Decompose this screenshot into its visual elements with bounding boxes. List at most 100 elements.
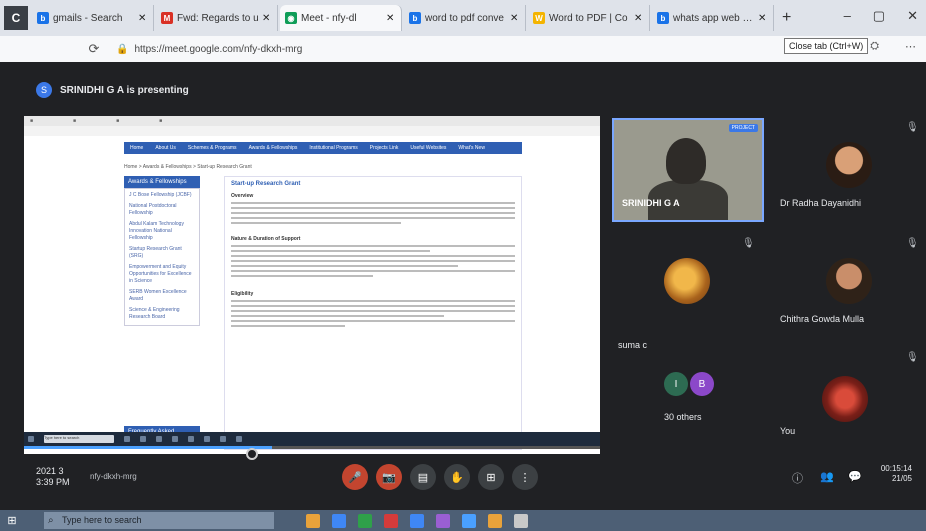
presenter-video-head [666, 138, 706, 184]
browser-tab[interactable]: W Word to PDF | Co ✕ [528, 5, 650, 31]
maximize-icon[interactable]: ▢ [873, 8, 885, 24]
meet-stage: S SRINIDHI G A is presenting ■ ■ ■ ■ Home Ab… [0, 62, 926, 510]
system-clock-date: 21/05 [891, 474, 912, 483]
browser-tab[interactable]: b word to pdf conve ✕ [404, 5, 526, 31]
tab-favicon-icon: b [657, 12, 669, 24]
participant-tile-presenter[interactable]: PROJECT SRINIDHI G A [612, 118, 764, 222]
present-button[interactable]: ⊞ [478, 464, 504, 490]
info-icon[interactable]: ⓘ [792, 470, 803, 486]
shared-sidebar-link: Empowerment and Equity Opportunities for… [129, 264, 192, 284]
tab-title: Fwd: Regards to u [177, 12, 259, 24]
shared-nav-item: Awards & Fellowships [248, 145, 298, 151]
shared-sidebar-link: SERB Distinguished Fellowship [129, 325, 195, 326]
people-icon[interactable]: 👥 [820, 470, 834, 483]
others-count[interactable]: 30 others [664, 412, 702, 422]
participant-avatar-you [822, 376, 868, 422]
captions-button[interactable]: ▤ [410, 464, 436, 490]
participant-avatar-suma [664, 258, 710, 304]
others-avatar-i: I [664, 372, 688, 396]
more-options-button[interactable]: ⋮ [512, 464, 538, 490]
shared-nav-item: About Us [155, 145, 176, 151]
system-clock: 00:15:14 21/05 [881, 464, 912, 484]
mic-off-icon: 🎙 [742, 238, 755, 249]
shared-main-title: Start-up Research Grant [231, 181, 301, 187]
taskbar-app-icon[interactable] [358, 513, 372, 528]
taskbar-search-input[interactable]: Type here to search [44, 512, 274, 529]
chat-icon[interactable]: 💬 [848, 470, 862, 483]
taskbar-app-icon[interactable] [488, 513, 502, 528]
taskbar-app-icon[interactable] [462, 513, 476, 528]
screen-root: C b gmails - Search ✕ M Fwd: Regards to u ✕ ◉ M… [0, 0, 926, 531]
raise-hand-button[interactable]: ✋ [444, 464, 470, 490]
url-field[interactable]: https://meet.google.com/nfy-dkxh-mrg [134, 44, 734, 55]
close-window-icon[interactable]: ✕ [907, 8, 918, 24]
meeting-date-top: 2021 3 [36, 466, 64, 476]
scrubber-knob[interactable] [246, 448, 258, 460]
shared-sidebar-link: Abdul Kalam Technology Innovation Nation… [129, 221, 184, 241]
shared-site-nav: Home About Us Schemes & Programs Awards & F… [124, 142, 522, 154]
tab-close-icon[interactable]: ✕ [758, 13, 768, 24]
new-tab-button[interactable]: + [782, 9, 798, 27]
tab-title: Word to PDF | Co [549, 12, 628, 24]
window-menu-icon[interactable]: C [4, 6, 28, 30]
presenter-banner: S SRINIDHI G A is presenting [36, 82, 189, 98]
shared-nav-item: Home [130, 145, 144, 151]
tab-close-icon[interactable]: ✕ [510, 13, 520, 24]
tab-favicon-icon: b [409, 12, 421, 24]
tab-strip: b gmails - Search ✕ M Fwd: Regards to u ✕ ◉ Mee… [32, 5, 776, 31]
camera-toggle-button[interactable]: 📷 [376, 464, 402, 490]
participant-name-you: You [780, 426, 796, 436]
tab-title: gmails - Search [53, 12, 123, 24]
lock-icon[interactable]: 🔒 [116, 44, 128, 55]
shared-sidebar-link: Science & Engineering Research Board [129, 307, 180, 320]
presenter-avatar: S [36, 82, 52, 98]
window-controls: – ▢ ✕ [844, 8, 918, 24]
tab-favicon-icon: b [37, 12, 49, 24]
taskbar-app-icon[interactable] [410, 513, 424, 528]
participant-avatar-radha [826, 142, 872, 188]
shared-sidebar-link: SERB Women Excellence Award [129, 289, 187, 302]
shared-breadcrumb: Home > Awards & Fellowships > Start-up R… [124, 164, 252, 170]
tab-close-icon[interactable]: ✕ [634, 13, 644, 24]
extensions-icon[interactable]: ⛭ [870, 40, 879, 53]
browser-tab[interactable]: M Fwd: Regards to u ✕ [156, 5, 278, 31]
mic-toggle-button[interactable]: 🎤 [342, 464, 368, 490]
reload-icon[interactable]: ⟳ [82, 41, 106, 57]
taskbar-app-icon[interactable] [332, 513, 346, 528]
shared-nav-item: Schemes & Programs [187, 145, 237, 151]
taskbar-app-icon[interactable] [436, 513, 450, 528]
shared-sidebar: Awards & Fellowships J C Bose Fellowship… [124, 176, 200, 444]
tile-badge: PROJECT [728, 124, 758, 132]
tab-close-icon[interactable]: ✕ [386, 13, 396, 24]
taskbar-apps [294, 513, 528, 528]
shared-main-content: Start-up Research Grant Overview Nature … [224, 176, 522, 450]
participant-name: SRINIDHI G A [622, 198, 680, 208]
tab-close-icon[interactable]: ✕ [138, 13, 148, 24]
browser-tab[interactable]: b gmails - Search ✕ [32, 5, 154, 31]
browser-tab[interactable]: ◉ Meet - nfy-dl ✕ [280, 5, 402, 31]
minimize-icon[interactable]: – [844, 8, 851, 24]
windows-taskbar: ⊞ Type here to search [0, 510, 926, 531]
more-menu-icon[interactable]: ⋯ [905, 40, 916, 53]
meeting-code: nfy-dkxh-mrg [90, 472, 137, 481]
presenter-label: SRINIDHI G A is presenting [60, 84, 189, 96]
start-icon[interactable]: ⊞ [0, 510, 24, 531]
tab-close-icon[interactable]: ✕ [262, 13, 272, 24]
taskbar-app-icon[interactable] [384, 513, 398, 528]
mic-off-icon: 🎙 [906, 122, 919, 133]
browser-tab[interactable]: b whats app web - S ✕ [652, 5, 774, 31]
shared-progress-bar [24, 446, 600, 449]
participant-name-chithra: Chithra Gowda Mulla [780, 314, 865, 324]
participant-name-radha: Dr Radha Dayanidhi [780, 198, 862, 208]
tab-title: Meet - nfy-dl [301, 12, 357, 24]
shared-address-bar [24, 126, 600, 136]
shared-sidebar-heading: Awards & Fellowships [124, 176, 200, 188]
taskbar-app-icon[interactable] [514, 513, 528, 528]
shared-nav-item: Projects Link [369, 145, 399, 151]
taskbar-app-icon[interactable] [306, 513, 320, 528]
shared-section-nature: Nature & Duration of Support [231, 236, 301, 242]
shared-sidebar-links: J C Bose Fellowship (JCBF) National Postd… [124, 188, 200, 326]
close-tab-tooltip: Close tab (Ctrl+W) [784, 38, 869, 54]
shared-start-icon [28, 436, 34, 442]
shared-taskbar-search: Type here to search [44, 435, 114, 443]
